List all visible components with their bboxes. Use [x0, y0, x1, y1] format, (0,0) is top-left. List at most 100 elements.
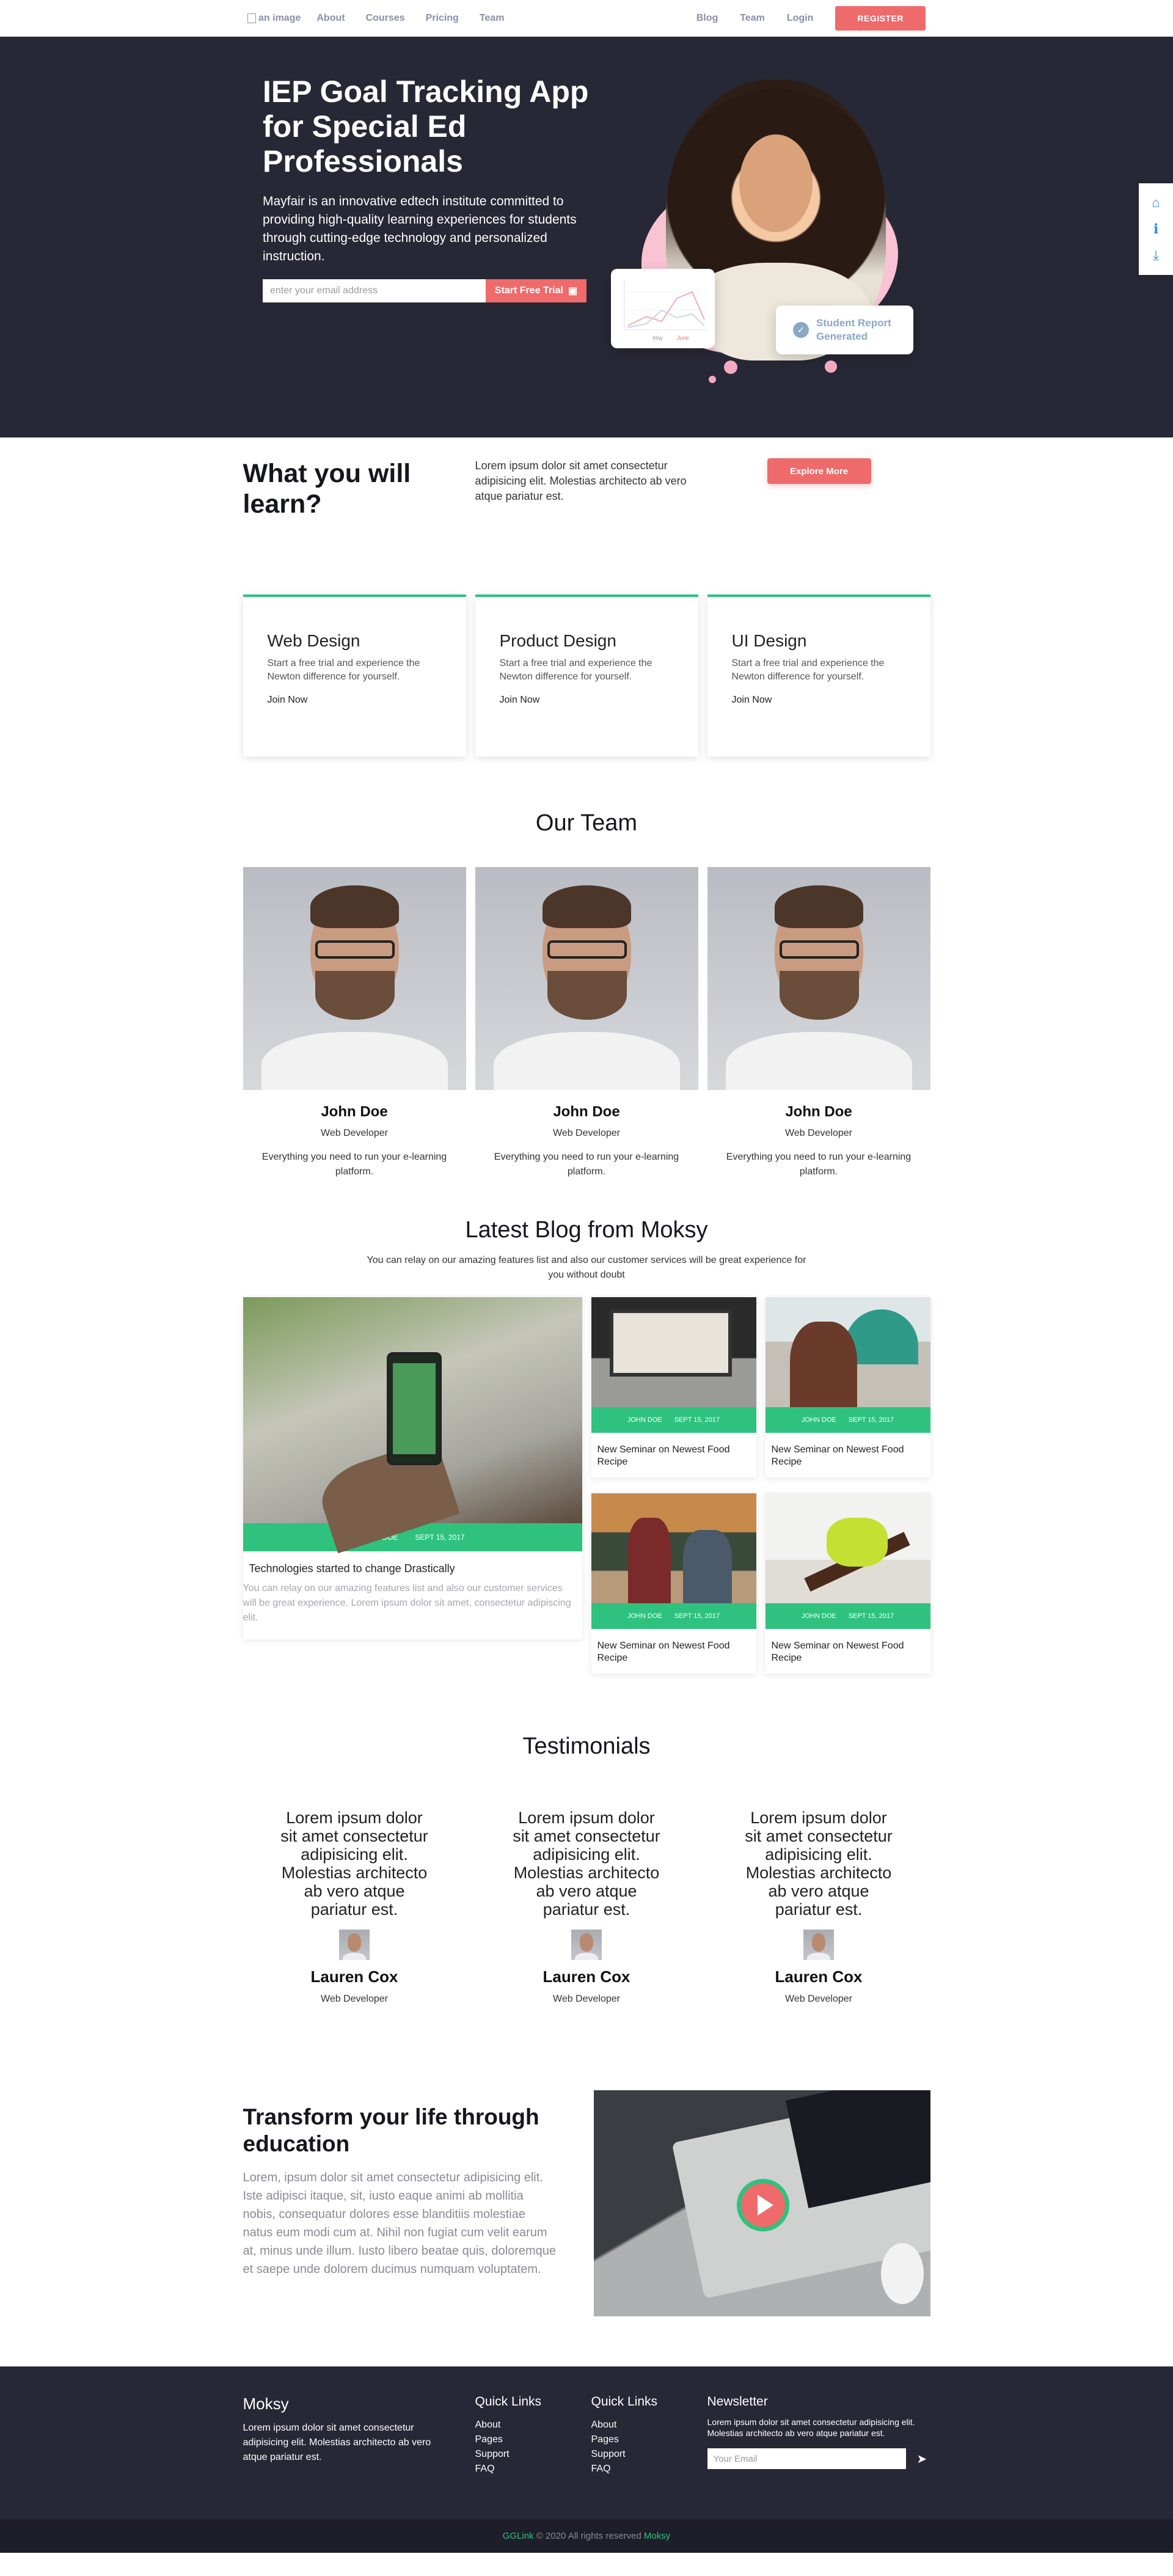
blog-meta: JOHN DOE SEPT 15, 2017	[591, 1407, 756, 1433]
footer-link-support[interactable]: Support	[475, 2447, 591, 2462]
footer-link-pages[interactable]: Pages	[591, 2432, 707, 2447]
avatar	[339, 1930, 370, 1960]
testimonial-role: Web Developer	[321, 1994, 388, 2004]
logo[interactable]: an image	[247, 13, 301, 24]
member-desc: Everything you need to run your e-learni…	[726, 1152, 912, 1177]
trial-form: Start Free Trial▣	[263, 279, 586, 302]
blog-card-title[interactable]: New Seminar on Newest Food Recipe	[597, 1640, 749, 1664]
calendar-icon: ▣	[568, 286, 578, 296]
blog-card-title[interactable]: New Seminar on Newest Food Recipe	[597, 1444, 749, 1468]
copyright-tail[interactable]: Moksy	[644, 2531, 670, 2541]
hero-section: ⌂ ℹ ⤓ IEP Goal Tracking App for Special …	[0, 37, 1173, 437]
team-section: Our Team John Doe Web Developer Everythi…	[243, 780, 930, 1179]
member-photo	[475, 867, 698, 1090]
learn-text: Lorem ipsum dolor sit amet consectetur a…	[475, 459, 687, 502]
avatar	[571, 1930, 602, 1960]
newsletter-email-input[interactable]	[707, 2448, 906, 2469]
footer-link-about[interactable]: About	[475, 2418, 591, 2432]
transform-section: Transform your life through education Lo…	[243, 2090, 930, 2316]
decor-dot	[825, 360, 837, 373]
testimonial-quote: Lorem ipsum dolor sit amet consectetur a…	[280, 1809, 428, 1919]
course-title: Web Design	[267, 631, 360, 650]
download-icon[interactable]: ⤓	[1153, 249, 1159, 262]
testimonial-quote: Lorem ipsum dolor sit amet consectetur a…	[513, 1809, 660, 1919]
blog-card[interactable]: JOHN DOE SEPT 15, 2017 New Seminar on Ne…	[591, 1297, 756, 1477]
nav-link-login[interactable]: Login	[787, 13, 814, 24]
chart-label-june: June	[677, 335, 689, 341]
blog-card[interactable]: JOHN DOE SEPT 15, 2017 New Seminar on Ne…	[765, 1493, 930, 1674]
team-member-card: John Doe Web Developer Everything you ne…	[707, 867, 930, 1179]
blog-subtitle: You can relay on our amazing features li…	[367, 1255, 806, 1280]
check-icon: ✓	[793, 322, 809, 338]
testimonial-name: Lauren Cox	[775, 1967, 863, 1986]
footer-link-pages[interactable]: Pages	[475, 2432, 591, 2447]
footer-link-faq[interactable]: FAQ	[475, 2462, 591, 2476]
blog-author: JOHN DOE	[801, 1416, 836, 1424]
footer-link-faq[interactable]: FAQ	[591, 2462, 707, 2476]
send-icon[interactable]: ➤	[917, 2451, 927, 2467]
join-now-link[interactable]: Join Now	[500, 695, 675, 706]
blog-author: JOHN DOE	[627, 1612, 662, 1620]
testimonial-role: Web Developer	[785, 1994, 852, 2004]
blog-meta: JOHN DOE SEPT 15, 2017	[591, 1603, 756, 1629]
blog-image	[765, 1493, 930, 1603]
hero-illustration: May June ✓ Student Report Generated	[611, 73, 929, 415]
featured-blog-title[interactable]: Technologies started to change Drastical…	[249, 1562, 582, 1575]
course-text: Start a free trial and experience the Ne…	[499, 658, 652, 682]
blog-small-grid: JOHN DOE SEPT 15, 2017 New Seminar on Ne…	[591, 1297, 930, 1674]
blog-image	[591, 1297, 756, 1407]
register-button[interactable]: REGISTER	[835, 6, 926, 31]
broken-image-icon	[247, 13, 256, 23]
transform-text: Transform your life through education Lo…	[243, 2090, 558, 2316]
testimonials-section: Testimonials Lorem ipsum dolor sit amet …	[243, 1674, 930, 2005]
member-desc: Everything you need to run your e-learni…	[261, 1152, 447, 1177]
course-text: Start a free trial and experience the Ne…	[731, 658, 885, 682]
explore-more-button[interactable]: Explore More	[767, 458, 871, 484]
nav-link-pricing[interactable]: Pricing	[426, 13, 459, 24]
member-name: John Doe	[321, 1103, 388, 1120]
team-title: Our Team	[535, 810, 638, 836]
blog-card[interactable]: JOHN DOE SEPT 15, 2017 New Seminar on Ne…	[591, 1493, 756, 1674]
play-icon[interactable]	[736, 2179, 789, 2231]
video-player[interactable]	[593, 2090, 930, 2316]
learn-section: What you will learn? Lorem ipsum dolor s…	[243, 437, 930, 595]
join-now-link[interactable]: Join Now	[268, 695, 443, 706]
member-photo	[707, 867, 930, 1090]
join-now-link[interactable]: Join Now	[732, 695, 907, 706]
blog-card[interactable]: JOHN DOE SEPT 15, 2017 New Seminar on Ne…	[765, 1297, 930, 1477]
course-title: Product Design	[499, 631, 616, 650]
nav-link-blog[interactable]: Blog	[696, 13, 718, 24]
team-member-card: John Doe Web Developer Everything you ne…	[475, 867, 698, 1179]
footer-newsletter: Newsletter Lorem ipsum dolor sit amet co…	[707, 2395, 930, 2476]
footer-link-support[interactable]: Support	[591, 2447, 707, 2462]
start-trial-button[interactable]: Start Free Trial ▣	[486, 279, 586, 302]
hero-title: IEP Goal Tracking App for Special Ed Pro…	[263, 75, 589, 178]
member-photo	[243, 867, 466, 1090]
featured-blog-excerpt: You can relay on our amazing features li…	[243, 1583, 571, 1623]
footer-quick-links: Quick Links About Pages Support FAQ	[591, 2395, 707, 2476]
nav-link-courses[interactable]: Courses	[366, 13, 405, 24]
footer-link-about[interactable]: About	[591, 2418, 707, 2432]
info-icon[interactable]: ℹ	[1153, 222, 1158, 236]
featured-blog-card[interactable]: JOHN DOE SEPT 15, 2017 Technologies star…	[243, 1297, 582, 1639]
footer: Moksy Lorem ipsum dolor sit amet consect…	[0, 2366, 1173, 2519]
member-name: John Doe	[553, 1103, 620, 1120]
email-input[interactable]	[263, 279, 486, 302]
member-desc: Everything you need to run your e-learni…	[494, 1152, 679, 1177]
member-role: Web Developer	[321, 1128, 388, 1138]
member-role: Web Developer	[785, 1128, 852, 1138]
nav-link-about[interactable]: About	[316, 13, 345, 24]
blog-card-title[interactable]: New Seminar on Newest Food Recipe	[772, 1640, 923, 1664]
blog-card-title[interactable]: New Seminar on Newest Food Recipe	[772, 1444, 923, 1468]
nav-link-team[interactable]: Team	[480, 13, 505, 24]
footer-quick-links: Quick Links About Pages Support FAQ	[475, 2395, 591, 2476]
top-navbar: an image About Courses Pricing Team Blog…	[0, 0, 1173, 37]
blog-author: JOHN DOE	[627, 1416, 662, 1424]
blog-date: SEPT 15, 2017	[674, 1612, 720, 1620]
blog-meta: JOHN DOE SEPT 15, 2017	[765, 1603, 930, 1629]
nav-link-team-right[interactable]: Team	[740, 13, 765, 24]
copyright-text: © 2020 All rights reserved	[536, 2531, 641, 2541]
home-icon[interactable]: ⌂	[1152, 196, 1160, 210]
featured-blog-image	[243, 1297, 582, 1554]
copyright-brand[interactable]: GGLink	[503, 2531, 534, 2541]
